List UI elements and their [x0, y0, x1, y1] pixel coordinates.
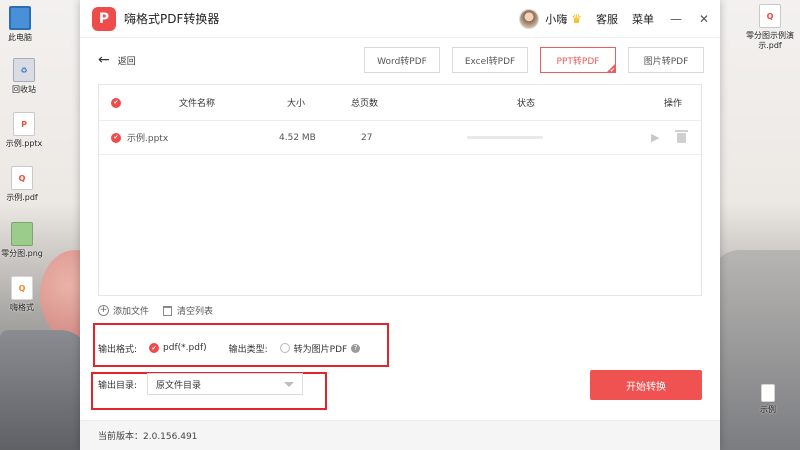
file-size: 4.52 MB — [279, 132, 316, 143]
conversion-progress-bar — [467, 136, 543, 139]
pdf-file-icon: Q — [11, 166, 33, 190]
mode-toolbar: ← 返回 Word转PDF Excel转PDF PPT转PDF ✔ 图片转PDF — [80, 46, 720, 74]
pdf-file-icon: Q — [759, 4, 781, 28]
desktop-icon-label: 零分图示例演示.pdf — [746, 31, 794, 50]
png-file-icon — [11, 222, 33, 246]
column-name: 文件名称 — [179, 99, 216, 109]
select-all-checkbox[interactable]: ✔ — [111, 97, 121, 108]
add-file-label: 添加文件 — [113, 307, 150, 317]
chevron-down-icon — [284, 382, 295, 387]
trash-icon — [163, 305, 173, 316]
plus-circle-icon: + — [98, 305, 109, 316]
table-row[interactable]: ✔ 示例.pptx 4.52 MB 27 ▶ — [99, 121, 701, 155]
pptx-file-icon: P — [13, 112, 35, 136]
checkmark-icon: ✔ — [609, 67, 615, 74]
minimize-icon[interactable]: — — [670, 12, 682, 26]
app-shortcut-icon: Q — [11, 276, 33, 300]
play-icon[interactable]: ▶ — [651, 131, 659, 144]
wallpaper-right-shape — [710, 250, 800, 450]
desktop-icon-right-pdf[interactable]: Q 零分图示例演示.pdf — [738, 4, 800, 51]
app-logo-icon: P — [92, 6, 116, 31]
desktop-icon-label: 回收站 — [12, 85, 36, 94]
desktop-icon-label: 零分图.png — [1, 249, 43, 258]
output-dir-label: 输出目录: — [98, 380, 138, 391]
computer-icon — [9, 6, 31, 30]
user-name[interactable]: 小嗨 — [545, 11, 567, 27]
avatar[interactable] — [519, 8, 540, 29]
output-type-label: 输出类型: — [228, 344, 268, 355]
desktop-icon-label: 此电脑 — [8, 33, 32, 42]
recycle-bin-icon: ♻ — [13, 58, 35, 82]
tab-excel-to-pdf[interactable]: Excel转PDF — [452, 47, 528, 73]
desktop-icon-this-pc[interactable]: 此电脑 — [0, 6, 52, 43]
output-format-value: pdf(*.pdf) — [163, 343, 207, 353]
desktop-icon-label: 嗨格式 — [10, 303, 34, 312]
menu-link[interactable]: 菜单 — [632, 11, 654, 27]
customer-service-link[interactable]: 客服 — [596, 11, 618, 27]
file-icon — [761, 384, 775, 402]
status-bar: 当前版本：2.0.156.491 — [80, 420, 720, 450]
file-pages: 27 — [361, 132, 373, 143]
add-file-button[interactable]: + 添加文件 — [98, 304, 149, 317]
image-pdf-option-label: 转为图片PDF — [293, 344, 348, 355]
help-icon[interactable]: ? — [351, 343, 361, 353]
row-checkbox[interactable]: ✔ — [111, 132, 121, 143]
title-bar[interactable]: P 嗨格式PDF转换器 小嗨 ♛ 客服 菜单 — ✕ — [80, 0, 720, 38]
column-status: 状态 — [517, 99, 536, 109]
output-format-option[interactable]: ✔ pdf(*.pdf) — [149, 343, 207, 353]
tab-word-to-pdf[interactable]: Word转PDF — [364, 47, 440, 73]
file-name: 示例.pptx — [127, 134, 169, 144]
start-convert-button[interactable]: 开始转换 — [590, 370, 702, 400]
radio-selected-icon: ✔ — [149, 343, 160, 353]
column-pages: 总页数 — [351, 99, 379, 109]
desktop-icon-png[interactable]: 零分图.png — [0, 222, 54, 259]
close-icon[interactable]: ✕ — [698, 12, 710, 26]
file-list: ✔ 文件名称 大小 总页数 状态 操作 ✔ 示例.pptx 4.52 MB 27… — [98, 84, 702, 296]
desktop-icon-recycle-bin[interactable]: ♻ 回收站 — [0, 58, 56, 95]
output-format-label: 输出格式: — [98, 344, 138, 355]
vip-crown-icon: ♛ — [571, 11, 582, 26]
image-pdf-option[interactable]: 转为图片PDF ? — [279, 342, 361, 355]
desktop-icon-label: 示例 — [760, 405, 776, 414]
arrow-left-icon: ← — [98, 52, 110, 68]
wallpaper-sofa-shape — [0, 330, 90, 450]
output-options-row: 输出格式: ✔ pdf(*.pdf) 输出类型: 转为图片PDF ? — [98, 337, 361, 359]
desktop-icon-app-shortcut[interactable]: Q 嗨格式 — [0, 276, 54, 313]
desktop-icon-pdf[interactable]: Q 示例.pdf — [0, 166, 54, 203]
clear-list-label: 清空列表 — [177, 307, 214, 317]
radio-unselected-icon — [279, 343, 290, 353]
back-button[interactable]: ← 返回 — [98, 52, 136, 68]
tab-ppt-to-pdf-label: PPT转PDF — [556, 56, 600, 67]
desktop-icon-right-file[interactable]: 示例 — [736, 384, 800, 415]
version-text: 当前版本：2.0.156.491 — [98, 432, 198, 442]
output-dir-row: 输出目录: 原文件目录 — [98, 373, 304, 395]
table-header: ✔ 文件名称 大小 总页数 状态 操作 — [99, 85, 701, 121]
output-dir-select[interactable]: 原文件目录 — [147, 373, 304, 395]
output-dir-value: 原文件目录 — [156, 380, 202, 391]
column-size: 大小 — [287, 99, 306, 109]
list-actions: + 添加文件 清空列表 — [98, 304, 227, 317]
tab-ppt-to-pdf[interactable]: PPT转PDF ✔ — [540, 47, 616, 74]
desktop-icon-label: 示例.pdf — [6, 193, 38, 202]
desktop-icon-pptx[interactable]: P 示例.pptx — [0, 112, 56, 149]
column-action: 操作 — [664, 99, 683, 109]
app-title: 嗨格式PDF转换器 — [124, 12, 220, 26]
back-label: 返回 — [117, 56, 136, 67]
app-window: P 嗨格式PDF转换器 小嗨 ♛ 客服 菜单 — ✕ ← 返回 Word转PDF… — [80, 0, 720, 450]
tab-image-to-pdf[interactable]: 图片转PDF — [628, 47, 704, 73]
delete-icon[interactable] — [675, 129, 688, 143]
desktop-icon-label: 示例.pptx — [5, 139, 43, 148]
clear-list-button[interactable]: 清空列表 — [163, 304, 213, 317]
